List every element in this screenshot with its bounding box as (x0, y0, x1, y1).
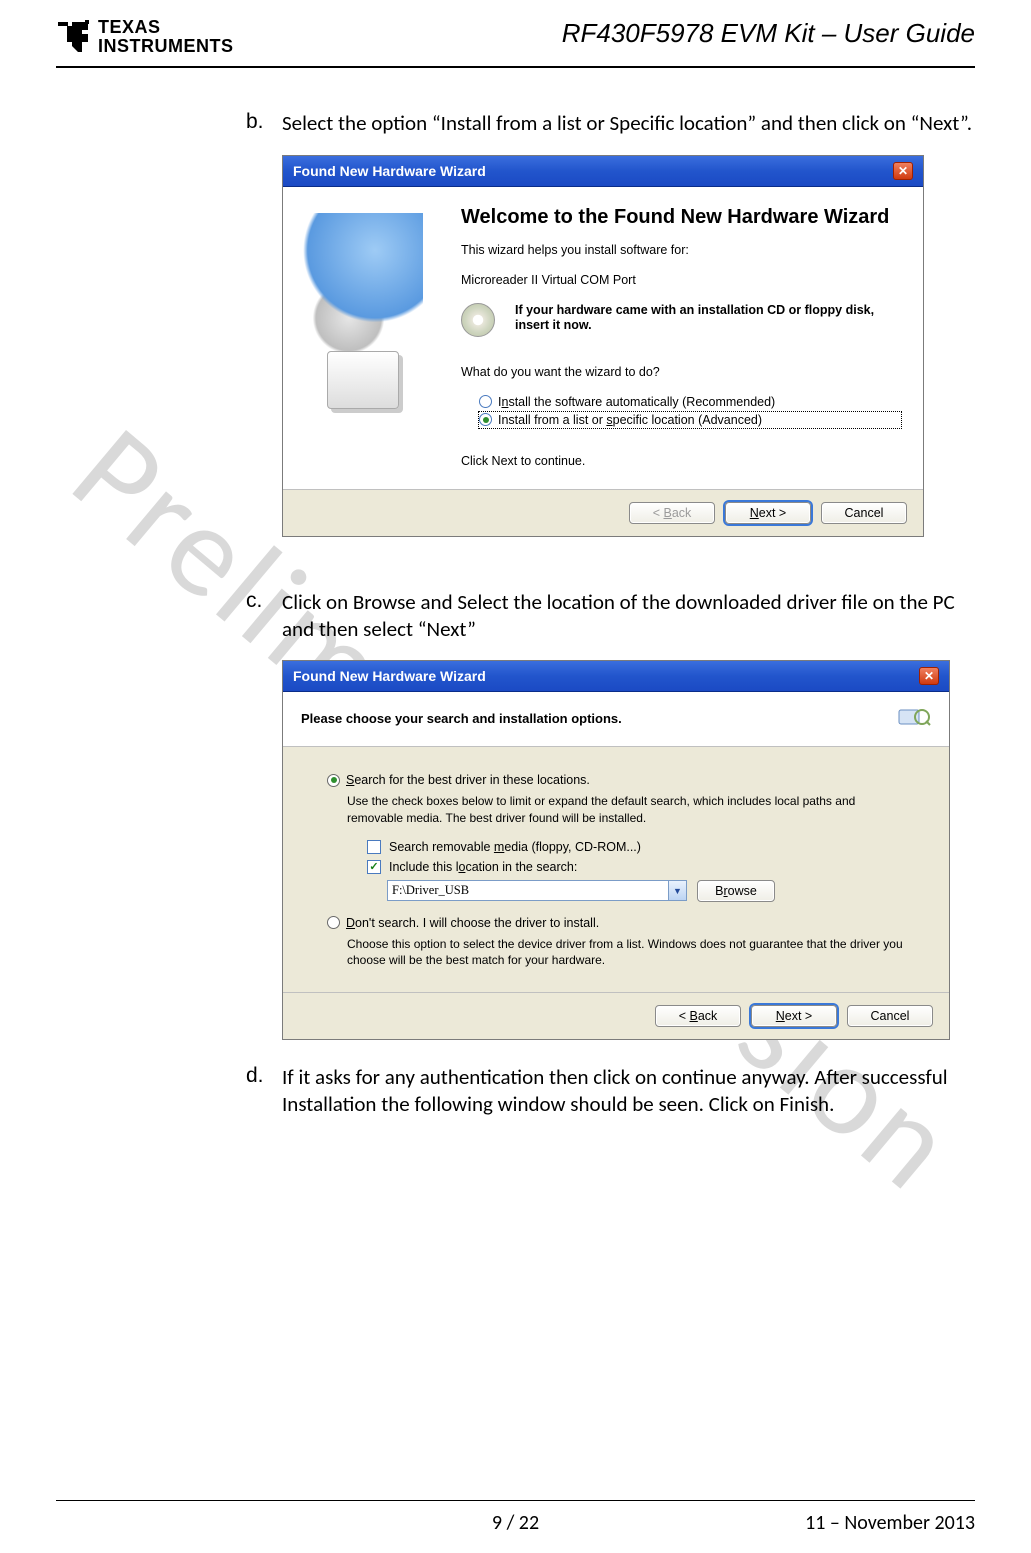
wizard2-next-button[interactable]: Next > (751, 1005, 837, 1027)
chevron-down-icon[interactable]: ▼ (669, 880, 687, 901)
page-header: TEXAS INSTRUMENTS RF430F5978 EVM Kit – U… (56, 18, 975, 68)
wizard2-dialog: Found New Hardware Wizard ✕ Please choos… (282, 660, 950, 1040)
wizard2-browse-button[interactable]: Browse (697, 880, 775, 902)
close-icon[interactable]: ✕ (893, 162, 913, 180)
wizard2-radio-search[interactable]: Search for the best driver in these loca… (327, 773, 905, 787)
wizard2-back-button[interactable]: < Back (655, 1005, 741, 1027)
wizard1-titlebar: Found New Hardware Wizard ✕ (283, 156, 923, 187)
radio-icon (327, 774, 340, 787)
step-b: b. Select the option “Install from a lis… (246, 110, 975, 137)
wizard2-chk-include[interactable]: ✓ Include this location in the search: (367, 860, 905, 874)
wizard2-path-input[interactable] (387, 880, 669, 901)
wizard2-search-sub: Use the check boxes below to limit or ex… (347, 793, 905, 825)
footer-page: 9 / 22 (56, 1511, 975, 1535)
radio-icon (479, 413, 492, 426)
document-title: RF430F5978 EVM Kit – User Guide (562, 18, 975, 49)
step-d: d. If it asks for any authentication the… (246, 1064, 975, 1118)
step-c-marker: c. (246, 589, 282, 643)
wizard1-cancel-button[interactable]: Cancel (821, 502, 907, 524)
page-footer: 9 / 22 11 – November 2013 (56, 1500, 975, 1535)
ti-logo-mark (56, 18, 94, 54)
wizard1-side-graphic (283, 187, 443, 489)
wizard1-heading: Welcome to the Found New Hardware Wizard (461, 205, 901, 229)
device-icon (897, 706, 931, 730)
radio-icon (479, 395, 492, 408)
step-c-text: Click on Browse and Select the location … (282, 589, 975, 643)
checkbox-icon: ✓ (367, 860, 381, 874)
wizard2-path-combo[interactable]: ▼ (387, 880, 687, 901)
step-d-marker: d. (246, 1064, 282, 1118)
wizard2-chk-include-label: Include this location in the search: (389, 860, 577, 874)
logo-text-line1: TEXAS (98, 18, 234, 37)
ti-logo: TEXAS INSTRUMENTS (56, 18, 234, 56)
wizard1-back-button: < Back (629, 502, 715, 524)
wizard1-dialog: Found New Hardware Wizard ✕ Welcome to t… (282, 155, 924, 537)
wizard1-intro: This wizard helps you install software f… (461, 243, 901, 257)
wizard2-dont-sub: Choose this option to select the device … (347, 936, 905, 968)
wizard1-next-button[interactable]: Next > (725, 502, 811, 524)
wizard2-opt-search-label: Search for the best driver in these loca… (346, 773, 590, 787)
wizard1-title: Found New Hardware Wizard (293, 163, 486, 179)
wizard1-radio-list[interactable]: Install from a list or specific location… (479, 412, 901, 428)
wizard1-continue: Click Next to continue. (461, 454, 901, 468)
step-d-text: If it asks for any authentication then c… (282, 1064, 975, 1118)
wizard2-chk-removable-label: Search removable media (floppy, CD-ROM..… (389, 840, 641, 854)
wizard2-chk-removable[interactable]: Search removable media (floppy, CD-ROM..… (367, 840, 905, 854)
wizard1-radio-auto[interactable]: Install the software automatically (Reco… (479, 395, 901, 409)
checkbox-icon (367, 840, 381, 854)
wizard1-opt-list-label: Install from a list or specific location… (498, 413, 762, 427)
wizard1-opt-auto-label: Install the software automatically (Reco… (498, 395, 775, 409)
wizard2-opt-dont-label: Don't search. I will choose the driver t… (346, 916, 599, 930)
wizard1-device: Microreader II Virtual COM Port (461, 273, 901, 287)
wizard2-radio-dont[interactable]: Don't search. I will choose the driver t… (327, 916, 905, 930)
close-icon[interactable]: ✕ (919, 667, 939, 685)
step-b-text: Select the option “Install from a list o… (282, 110, 975, 137)
step-b-marker: b. (246, 110, 282, 137)
logo-text-line2: INSTRUMENTS (98, 37, 234, 56)
wizard1-question: What do you want the wizard to do? (461, 365, 901, 379)
step-c: c. Click on Browse and Select the locati… (246, 589, 975, 643)
wizard2-titlebar: Found New Hardware Wizard ✕ (283, 661, 949, 692)
wizard2-heading: Please choose your search and installati… (301, 711, 622, 726)
radio-icon (327, 916, 340, 929)
wizard2-cancel-button[interactable]: Cancel (847, 1005, 933, 1027)
cd-icon (461, 303, 501, 343)
wizard1-cd-prompt: If your hardware came with an installati… (515, 303, 901, 334)
wizard2-title: Found New Hardware Wizard (293, 668, 486, 684)
